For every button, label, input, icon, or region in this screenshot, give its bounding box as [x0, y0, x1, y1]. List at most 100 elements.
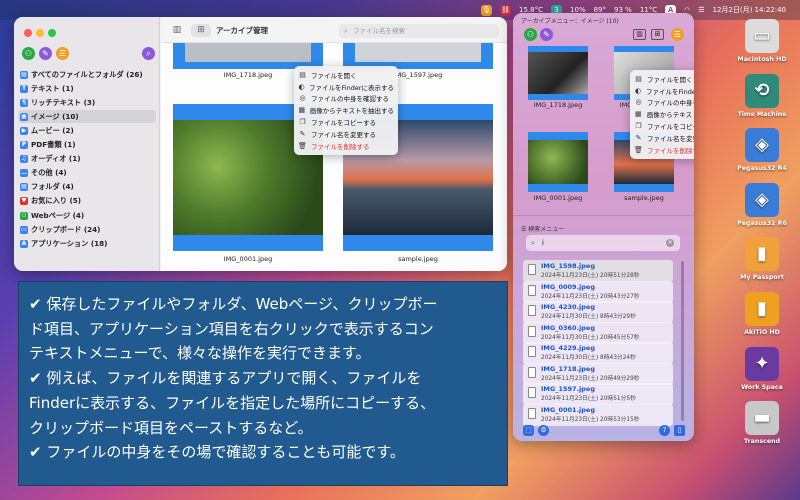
result-date: 2024年11月23日(土) 20時43分27秒 — [541, 293, 640, 300]
sidebar-item[interactable]: ♥ お気に入り (5) — [18, 195, 156, 208]
preview-icon: ◎ — [635, 98, 642, 107]
context-menu-item[interactable]: ▤ ファイルを開く — [298, 69, 394, 81]
clip-button[interactable]: ✎ — [39, 47, 52, 60]
sidebar-item[interactable]: ♫ オーディオ (1) — [18, 153, 156, 166]
context-menu-item[interactable]: ▦画像からテキストを抽出する — [298, 104, 394, 116]
rename-icon: ✎ — [299, 129, 306, 138]
list-button[interactable]: ☰ — [671, 28, 684, 41]
menu-thumbnail-img-1718[interactable] — [528, 46, 588, 100]
search-input[interactable]: ファイル名を検索 — [339, 24, 499, 38]
context-menu-item[interactable]: ✎ ファイル名を変更する — [634, 132, 694, 144]
help-icon[interactable]: ? — [659, 425, 670, 436]
search-result-item[interactable]: IMG_0009.jpeg 2024年11月23日(土) 20時43分27秒 — [523, 280, 673, 303]
search-result-item[interactable]: IMG_4229.jpeg 2024年11月30日(土) 8時43分24秒 — [523, 342, 673, 364]
search-field-icon: ⌕ — [344, 27, 348, 35]
context-menu-item[interactable]: ✎ ファイル名を変更する — [298, 128, 394, 140]
minimize-window-button[interactable] — [36, 29, 44, 37]
desktop-icon[interactable]: ▮ AkiTiO HD — [727, 292, 797, 336]
clock[interactable]: 12月2日(月) 14:22:40 — [713, 5, 787, 15]
menu-search-input[interactable]: ⌕ i × — [526, 235, 680, 251]
desktop-icon[interactable]: ▭ Macintosh HD — [727, 19, 797, 63]
zoom-window-button[interactable] — [48, 29, 56, 37]
context-menu-item[interactable]: ▤ ファイルを開く — [634, 73, 694, 85]
control-center-icon[interactable]: ☰ — [698, 6, 704, 14]
sidebar-item[interactable]: ▤ フォルダ (4) — [18, 181, 156, 194]
panel-toggle-icon[interactable]: ▯ — [674, 425, 685, 436]
result-date: 2024年11月23日(土) 20時49分29秒 — [541, 375, 640, 382]
desktop-icon-label: Transcend — [743, 438, 781, 446]
result-date: 2024年11月30日(土) 20時45分57秒 — [541, 334, 640, 341]
desktop-icon[interactable]: ◈ Pegasus32 R6 — [727, 182, 797, 227]
sidebar-item[interactable]: A アプリケーション (18) — [18, 237, 156, 250]
search-result-item[interactable]: IMG_0001.jpeg 2024年11月23日(土) 20時53分15秒 — [523, 403, 673, 426]
desktop-icon[interactable]: ▮ My Passport — [727, 237, 797, 281]
desktop-icon[interactable]: ⟲ Time Machine — [727, 73, 797, 118]
sidebar-item[interactable]: P PDF書類 (1) — [18, 139, 156, 152]
search-field-icon: ⌕ — [531, 239, 535, 247]
context-menu-item[interactable]: ◐ ファイルをFinderに表示する — [634, 85, 694, 97]
sidebar-item-label: アプリケーション (18) — [31, 238, 108, 248]
sidebar-item[interactable]: ⚇ Webページ (4) — [18, 209, 156, 222]
clear-search-icon[interactable]: × — [666, 239, 674, 247]
context-menu-item[interactable]: ❐ ファイルをコピーする — [634, 120, 694, 132]
archive-icon[interactable]: ⬚ — [523, 425, 534, 436]
context-menu-item-label: ファイルの中身を確認する — [647, 99, 694, 108]
list-button[interactable]: ☰ — [56, 47, 69, 60]
search-icon[interactable]: ⌕ — [142, 47, 155, 60]
sidebar-item[interactable]: ¶ リッチテキスト (3) — [18, 96, 156, 109]
workspace-icon: ✦ — [745, 346, 779, 381]
sidebar-item[interactable]: ▶ ムービー (2) — [18, 124, 156, 137]
toolbar: ▥ ⊞ アーカイブ管理 ファイル名を検索 ⌕ — [161, 17, 507, 43]
desktop-icon[interactable]: ▬ Transcend — [727, 401, 797, 445]
sidebar-item-label: Webページ (4) — [31, 210, 85, 220]
desktop-icon[interactable]: ✦ Work Space — [727, 346, 797, 391]
grid-view-icon[interactable]: ⊞ — [651, 29, 664, 40]
context-menu-item[interactable]: ❐ ファイルをコピーする — [298, 116, 394, 128]
context-menu-item[interactable]: 🗑 ファイルを削除する — [634, 144, 694, 156]
scrollbar[interactable] — [681, 261, 684, 421]
sidebar-toggle-icon[interactable]: ▥ — [633, 29, 646, 40]
context-menu-item[interactable]: ◎ ファイルの中身を確認する — [634, 97, 694, 109]
ocr-icon: ▦ — [298, 106, 306, 115]
grid-view-icon[interactable]: ⊞ — [191, 24, 211, 37]
search-result-item[interactable]: IMG_1597.jpeg 2024年11月23日(土) 20時51分5秒 — [523, 383, 673, 405]
desktop-icon-label: Pegasus32 R6 — [737, 219, 787, 227]
gear-icon[interactable]: ⚙ — [538, 425, 549, 436]
sidebar-item[interactable]: ▤ すべてのファイルとフォルダ (26) — [18, 68, 156, 81]
result-date: 2024年11月23日(土) 20時53分15秒 — [541, 416, 640, 423]
document-icon — [528, 284, 536, 296]
search-result-item[interactable]: IMG_1598.jpeg 2024年11月23日(土) 20時51分28秒 — [523, 260, 673, 282]
microphone-icon[interactable]: 🎙 — [481, 4, 493, 16]
sidebar-item[interactable]: … その他 (4) — [18, 167, 156, 180]
sidebar-item[interactable]: ▣ イメージ (10) — [18, 110, 156, 124]
movie-icon: ▶ — [20, 126, 28, 135]
desktop-icon-label: Work Space — [741, 383, 783, 391]
search-result-item[interactable]: IMG_4230.jpeg 2024年11月30日(土) 8時43分29秒 — [523, 301, 673, 323]
context-menu-item-label: ファイルをコピーする — [311, 119, 376, 128]
search-result-item[interactable]: IMG_0360.jpeg 2024年11月30日(土) 20時45分57秒 — [523, 321, 673, 344]
usb-drive-icon: ▬ — [745, 401, 779, 436]
link-status-icon[interactable]: ⛓ — [500, 4, 512, 16]
search-result-item[interactable]: IMG_1718.jpeg 2024年11月23日(土) 20時49分29秒 — [523, 362, 673, 385]
image-icon: ▣ — [20, 112, 28, 121]
close-window-button[interactable] — [24, 29, 32, 37]
text-icon: T — [20, 84, 28, 93]
sidebar-toggle-icon[interactable]: ▥ — [167, 24, 187, 37]
rename-icon: ✎ — [635, 133, 642, 142]
document-icon — [528, 264, 536, 275]
result-file-name: IMG_4229.jpeg — [541, 344, 595, 352]
web-link-button[interactable]: ⚇ — [22, 47, 35, 60]
clip-button[interactable]: ✎ — [540, 28, 553, 41]
context-menu-item[interactable]: ▦画像からテキストを抽出する — [634, 108, 694, 120]
web-link-button[interactable]: ⚇ — [524, 28, 537, 41]
document-icon — [528, 325, 536, 337]
context-menu-item[interactable]: ◐ ファイルをFinderに表示する — [298, 81, 394, 93]
sidebar-item[interactable]: T テキスト (1) — [18, 82, 156, 95]
menu-thumbnail-img-0001[interactable] — [528, 132, 588, 192]
copy-icon: ❐ — [299, 118, 306, 127]
menu-context-menu: ▤ ファイルを開く ◐ ファイルをFinderに表示する ◎ ファイルの中身を確認する ▦ 画… — [630, 70, 694, 159]
context-menu-item[interactable]: ◎ ファイルの中身を確認する — [298, 93, 394, 105]
sidebar-item[interactable]: ▭ クリップボード (24) — [18, 223, 156, 236]
desktop-icon[interactable]: ◈ Pegasus32 R4 — [727, 128, 797, 172]
context-menu-item[interactable]: 🗑 ファイルを削除する — [298, 140, 394, 152]
